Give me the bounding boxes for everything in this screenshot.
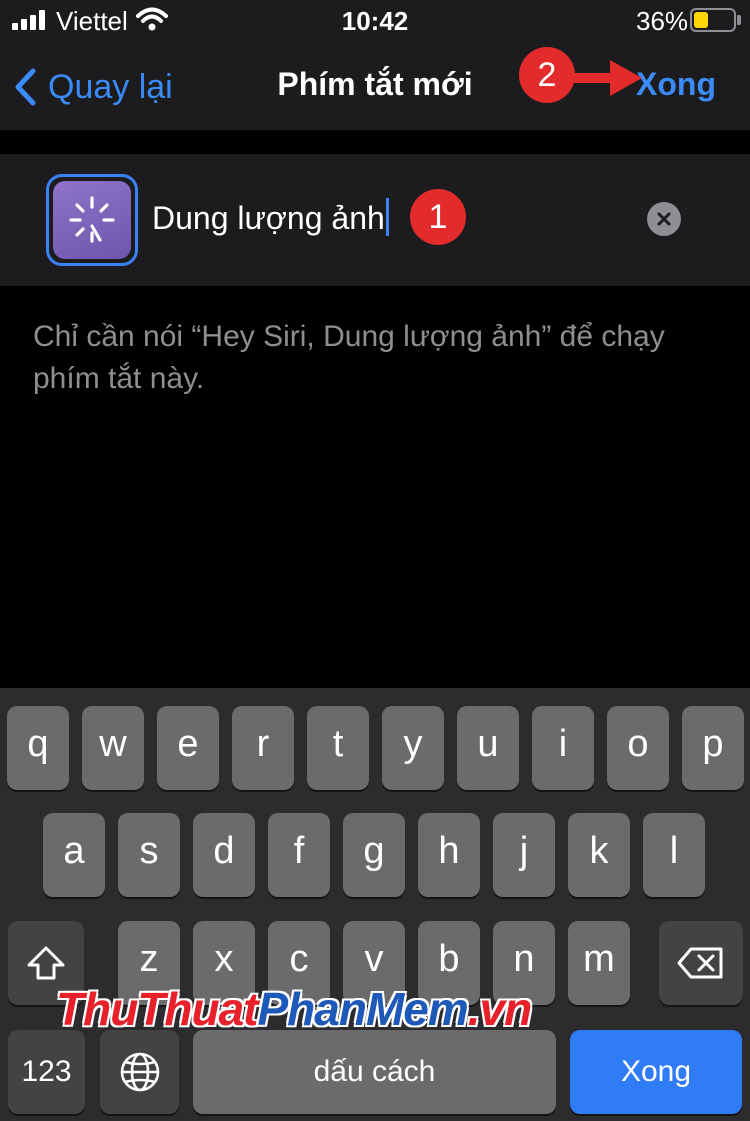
key-y[interactable]: y xyxy=(382,706,444,790)
key-v[interactable]: v xyxy=(343,921,405,1005)
battery-nub xyxy=(737,15,741,25)
shift-arrow-icon xyxy=(27,946,65,980)
clear-text-button[interactable] xyxy=(647,202,681,236)
globe-icon xyxy=(120,1052,159,1092)
shortcut-name-row: Dung lượng ảnh xyxy=(0,154,750,286)
magic-wand-icon xyxy=(53,181,131,259)
text-cursor xyxy=(385,198,389,236)
battery-level xyxy=(694,12,708,28)
space-key[interactable]: dấu cách xyxy=(193,1030,556,1114)
battery-icon xyxy=(690,8,736,32)
keyboard: 123 dấu cách Xong qwertyuiop asdfghjkl zxc… xyxy=(0,688,750,1121)
numbers-key[interactable]: 123 xyxy=(8,1030,85,1114)
key-c[interactable]: c xyxy=(268,921,330,1005)
key-e[interactable]: e xyxy=(157,706,219,790)
key-p[interactable]: p xyxy=(682,706,744,790)
language-key[interactable] xyxy=(100,1030,179,1114)
shift-key[interactable] xyxy=(8,921,84,1005)
key-w[interactable]: w xyxy=(82,706,144,790)
shortcut-icon-button[interactable] xyxy=(46,174,138,266)
key-i[interactable]: i xyxy=(532,706,594,790)
siri-hint-text: Chỉ cần nói “Hey Siri, Dung lượng ảnh” đ… xyxy=(33,320,665,395)
key-m[interactable]: m xyxy=(568,921,630,1005)
key-x[interactable]: x xyxy=(193,921,255,1005)
close-icon xyxy=(657,212,671,226)
return-done-key[interactable]: Xong xyxy=(570,1030,742,1114)
key-o[interactable]: o xyxy=(607,706,669,790)
delete-key[interactable] xyxy=(659,921,743,1005)
status-bar: Viettel 10:42 36% xyxy=(0,0,750,44)
done-button[interactable]: Xong xyxy=(636,66,716,103)
key-d[interactable]: d xyxy=(193,813,255,897)
backspace-icon xyxy=(677,947,723,979)
key-u[interactable]: u xyxy=(457,706,519,790)
key-l[interactable]: l xyxy=(643,813,705,897)
key-j[interactable]: j xyxy=(493,813,555,897)
key-t[interactable]: t xyxy=(307,706,369,790)
step-1-badge: 1 xyxy=(410,189,466,245)
step-2-badge: 2 xyxy=(519,47,575,103)
key-g[interactable]: g xyxy=(343,813,405,897)
key-f[interactable]: f xyxy=(268,813,330,897)
shortcut-name-input[interactable]: Dung lượng ảnh xyxy=(152,198,389,237)
key-b[interactable]: b xyxy=(418,921,480,1005)
arrow-right-icon xyxy=(570,60,642,96)
battery-percent: 36% xyxy=(636,6,689,36)
key-a[interactable]: a xyxy=(43,813,105,897)
key-z[interactable]: z xyxy=(118,921,180,1005)
key-s[interactable]: s xyxy=(118,813,180,897)
key-h[interactable]: h xyxy=(418,813,480,897)
key-k[interactable]: k xyxy=(568,813,630,897)
shortcut-name-value: Dung lượng ảnh xyxy=(152,200,385,236)
key-q[interactable]: q xyxy=(7,706,69,790)
key-r[interactable]: r xyxy=(232,706,294,790)
key-n[interactable]: n xyxy=(493,921,555,1005)
